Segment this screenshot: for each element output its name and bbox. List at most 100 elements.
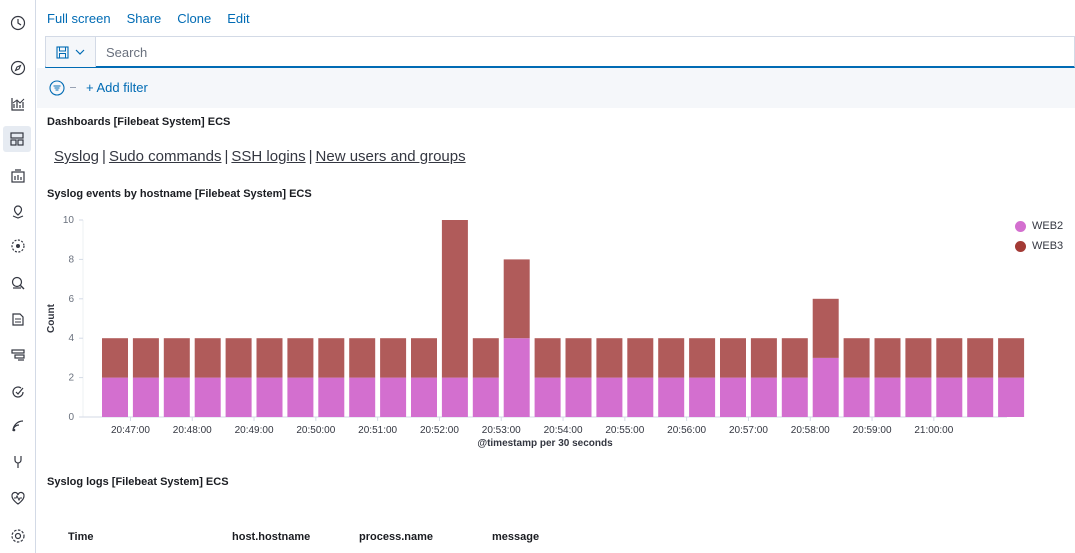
compass-icon[interactable]: [8, 58, 28, 78]
y-tick-label: 2: [68, 373, 74, 384]
bar-web3: [720, 338, 746, 378]
bar-web2: [163, 377, 190, 417]
legend-label-web2: WEB2: [1032, 220, 1064, 232]
bar-web2: [998, 377, 1025, 417]
filter-divider: [70, 87, 76, 88]
y-tick-label: 6: [68, 294, 74, 305]
bar-web3: [781, 338, 808, 378]
bar-web2: [627, 377, 654, 417]
bar-web3: [998, 338, 1025, 378]
legend-dot-icon: [1015, 240, 1026, 252]
bar-web2: [102, 377, 128, 417]
fullscreen-link[interactable]: Full screen: [47, 11, 111, 26]
y-tick-label: 4: [68, 333, 74, 344]
maps-icon[interactable]: [8, 202, 28, 222]
filter-icon[interactable]: [49, 80, 65, 96]
bar-web2: [503, 338, 530, 417]
legend-label-web3: WEB3: [1032, 240, 1064, 252]
infrastructure-icon[interactable]: [8, 273, 28, 293]
bar-web2: [720, 377, 746, 417]
main-area: Full screen Share Clone Edit + Add filte…: [37, 0, 1075, 553]
management-icon[interactable]: [8, 526, 28, 546]
y-tick-label: 0: [68, 412, 74, 423]
edit-link[interactable]: Edit: [227, 11, 249, 26]
bar-web3: [225, 338, 252, 378]
bar-web3: [936, 338, 963, 378]
legend-item-web3[interactable]: WEB3: [1015, 236, 1063, 256]
bar-web2: [441, 377, 468, 417]
bar-web3: [843, 338, 870, 378]
x-axis-label: @timestamp per 30 seconds: [477, 438, 613, 449]
bar-web2: [194, 377, 221, 417]
uptime-icon[interactable]: [8, 382, 28, 402]
bar-web2: [472, 377, 499, 417]
dev-tools-icon[interactable]: [8, 452, 28, 472]
visualize-icon[interactable]: [8, 94, 28, 114]
top-nav-bar: Full screen Share Clone Edit: [37, 0, 1075, 36]
top-nav-links: Full screen Share Clone Edit: [47, 11, 250, 26]
bar-web2: [936, 377, 963, 417]
chart-panel-title: Syslog events by hostname [Filebeat Syst…: [47, 188, 312, 200]
bar-web3: [812, 298, 839, 358]
bar-web2: [689, 377, 716, 417]
monitoring-icon[interactable]: [8, 488, 28, 508]
bar-web3: [874, 338, 901, 378]
dashboard-links: Syslog | Sudo commands | SSH logins | New user…: [54, 148, 466, 165]
x-tick-label: 20:48:00: [173, 425, 212, 436]
column-header-time[interactable]: Time: [68, 531, 93, 543]
bar-web3: [534, 338, 561, 378]
legend-item-web2[interactable]: WEB2: [1015, 216, 1063, 236]
bar-web3: [163, 338, 190, 378]
bar-web3: [472, 338, 499, 378]
bar-web3: [689, 338, 716, 378]
link-separator: |: [224, 148, 229, 165]
logs-icon[interactable]: [8, 309, 28, 329]
logs-panel-title: Syslog logs [Filebeat System] ECS: [47, 476, 229, 488]
ml-icon[interactable]: [8, 236, 28, 256]
siem-icon[interactable]: [8, 416, 28, 436]
canvas-icon[interactable]: [8, 166, 28, 186]
new-users-groups-link[interactable]: New users and groups: [316, 148, 466, 165]
bar-web2: [658, 377, 685, 417]
bar-web3: [194, 338, 221, 378]
share-link[interactable]: Share: [127, 11, 162, 26]
bar-web2: [565, 377, 592, 417]
bar-web3: [256, 338, 283, 378]
bar-web3: [905, 338, 932, 378]
bar-web3: [658, 338, 685, 378]
bar-web2: [287, 377, 314, 417]
x-tick-label: 20:57:00: [729, 425, 768, 436]
bar-web3: [318, 338, 345, 378]
syslog-link[interactable]: Syslog: [54, 148, 99, 165]
x-tick-label: 20:51:00: [358, 425, 397, 436]
bar-web2: [349, 377, 376, 417]
column-header-process[interactable]: process.name: [359, 531, 433, 543]
legend-dot-icon: [1015, 220, 1026, 232]
x-tick-label: 20:56:00: [667, 425, 706, 436]
x-tick-label: 20:52:00: [420, 425, 459, 436]
apm-icon[interactable]: [8, 345, 28, 365]
clock-icon[interactable]: [8, 13, 28, 33]
add-filter-button[interactable]: + Add filter: [86, 80, 148, 95]
x-tick-label: 20:55:00: [605, 425, 644, 436]
x-tick-label: 20:47:00: [111, 425, 150, 436]
bar-web3: [596, 338, 623, 378]
clone-link[interactable]: Clone: [177, 11, 211, 26]
side-nav: [0, 0, 36, 553]
bar-web2: [380, 377, 407, 417]
column-header-hostname[interactable]: host.hostname: [232, 531, 310, 543]
ssh-logins-link[interactable]: SSH logins: [231, 148, 305, 165]
bar-web2: [256, 377, 283, 417]
dashboard-icon[interactable]: [3, 126, 31, 152]
bar-web2: [750, 377, 777, 417]
sudo-commands-link[interactable]: Sudo commands: [109, 148, 222, 165]
save-icon: [56, 45, 69, 59]
saved-query-button[interactable]: [46, 37, 96, 67]
y-tick-label: 8: [68, 254, 74, 265]
column-header-message[interactable]: message: [492, 531, 539, 543]
syslog-bar-chart: 0 2 4 6 8 10 Count 20:47:00 20:48:00 20:49:00 20:5…: [46, 215, 1025, 449]
search-input[interactable]: [106, 43, 1066, 61]
bar-web3: [750, 338, 777, 378]
link-separator: |: [102, 148, 106, 165]
dashboards-panel-title: Dashboards [Filebeat System] ECS: [47, 116, 231, 128]
